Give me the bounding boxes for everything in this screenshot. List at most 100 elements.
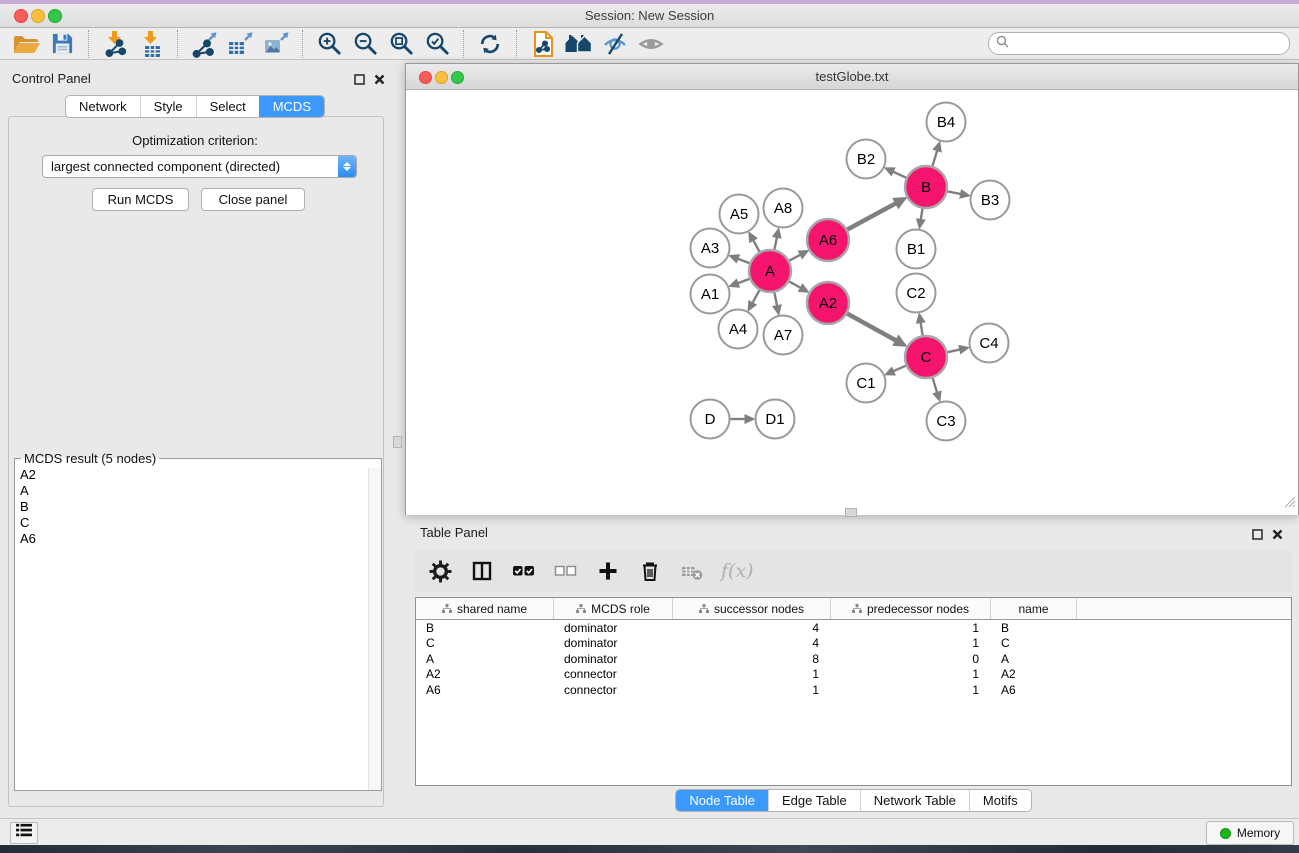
net-close-button[interactable] — [419, 71, 432, 84]
export-network-icon[interactable] — [188, 29, 220, 59]
result-scrollbar[interactable] — [368, 468, 381, 790]
edge-A-A6[interactable] — [789, 255, 800, 261]
select-stepper-icon[interactable] — [338, 156, 356, 177]
edge-A6-B[interactable] — [847, 203, 896, 229]
table-cell[interactable]: 1 — [831, 667, 991, 681]
edge-C-C4[interactable] — [948, 349, 961, 352]
zoom-in-icon[interactable] — [313, 29, 345, 59]
function-builder-icon[interactable]: f(x) — [721, 560, 754, 582]
close-panel-button[interactable]: Close panel — [201, 188, 305, 211]
table-cell[interactable]: A — [991, 652, 1077, 666]
toggle-graphics-details-icon[interactable] — [599, 29, 631, 59]
float-panel-icon[interactable] — [354, 72, 365, 90]
edge-B-B3[interactable] — [948, 191, 962, 194]
table-cell[interactable]: 1 — [673, 667, 831, 681]
edge-A2-C[interactable] — [847, 314, 896, 341]
edge-B-B4[interactable] — [933, 150, 938, 166]
close-panel-icon[interactable] — [374, 72, 385, 90]
edge-A-A8[interactable] — [774, 237, 777, 250]
table-cell[interactable]: A2 — [991, 667, 1077, 681]
zoom-selected-icon[interactable] — [421, 29, 453, 59]
edge-B-B1[interactable] — [921, 209, 923, 220]
edge-C-C3[interactable] — [933, 378, 938, 393]
import-network-icon[interactable] — [99, 29, 131, 59]
table-cell[interactable]: connector — [554, 667, 673, 681]
vertical-split-grabber[interactable] — [393, 436, 402, 448]
table-cell[interactable]: C — [416, 636, 554, 650]
edge-A-A4[interactable] — [752, 290, 759, 303]
network-window-titlebar[interactable]: testGlobe.txt — [406, 64, 1298, 90]
zoom-fit-icon[interactable] — [385, 29, 417, 59]
select-all-icon[interactable] — [511, 558, 537, 584]
column-header-shared-name[interactable]: shared name — [416, 598, 554, 619]
mcds-result-list[interactable]: A2ABCA6 — [20, 467, 381, 547]
refresh-network-icon[interactable] — [474, 29, 506, 59]
edge-A-A1[interactable] — [738, 279, 750, 284]
table-cell[interactable]: 0 — [831, 652, 991, 666]
edge-A-A5[interactable] — [753, 240, 759, 252]
table-cell[interactable]: A2 — [416, 667, 554, 681]
table-row[interactable]: A6connector11A6 — [416, 682, 1291, 698]
search-box[interactable] — [988, 32, 1290, 55]
network-graph[interactable]: B4B2BB3A5A8A6B1A3AC2A1A2A4A7C4CC1C3DD1 — [406, 90, 1298, 515]
tab-edge-table[interactable]: Edge Table — [768, 790, 860, 811]
app-titlebar[interactable]: Session: New Session — [0, 4, 1299, 28]
minimize-window-button[interactable] — [31, 9, 45, 23]
table-cell[interactable]: dominator — [554, 621, 673, 635]
table-row[interactable]: Cdominator41C — [416, 636, 1291, 652]
table-cell[interactable]: A — [416, 652, 554, 666]
table-cell[interactable]: 8 — [673, 652, 831, 666]
table-cell[interactable]: dominator — [554, 636, 673, 650]
mcds-result-item[interactable]: A — [20, 483, 381, 499]
table-row[interactable]: Adominator80A — [416, 651, 1291, 667]
tab-style[interactable]: Style — [140, 96, 196, 117]
duplicate-network-icon[interactable] — [527, 29, 559, 59]
close-window-button[interactable] — [14, 9, 28, 23]
table-cell[interactable]: 1 — [831, 621, 991, 635]
float-table-panel-icon[interactable] — [1252, 527, 1263, 545]
table-cell[interactable]: connector — [554, 683, 673, 697]
import-table-icon[interactable] — [135, 29, 167, 59]
column-header-name[interactable]: name — [991, 598, 1077, 619]
edge-A-A2[interactable] — [789, 282, 801, 288]
edge-C-C1[interactable] — [893, 366, 906, 372]
tab-motifs[interactable]: Motifs — [969, 790, 1031, 811]
save-session-icon[interactable] — [46, 29, 78, 59]
zoom-out-icon[interactable] — [349, 29, 381, 59]
edge-C-C2[interactable] — [921, 322, 923, 335]
table-cell[interactable]: 1 — [831, 683, 991, 697]
table-cell[interactable]: B — [416, 621, 554, 635]
network-overview-icon[interactable] — [563, 29, 595, 59]
maximize-window-button[interactable] — [48, 9, 62, 23]
tab-network[interactable]: Network — [66, 96, 140, 117]
export-image-icon[interactable] — [260, 29, 292, 59]
tab-mcds[interactable]: MCDS — [259, 96, 324, 117]
mcds-result-item[interactable]: B — [20, 499, 381, 515]
table-cell[interactable]: 1 — [673, 683, 831, 697]
show-columns-icon[interactable] — [469, 558, 495, 584]
delete-table-icon[interactable] — [679, 558, 705, 584]
table-cell[interactable]: C — [991, 636, 1077, 650]
table-cell[interactable]: dominator — [554, 652, 673, 666]
tab-select[interactable]: Select — [196, 96, 259, 117]
tab-network-table[interactable]: Network Table — [860, 790, 969, 811]
export-table-icon[interactable] — [224, 29, 256, 59]
column-header-MCDS-role[interactable]: MCDS role — [554, 598, 673, 619]
horizontal-split-grabber[interactable] — [845, 508, 857, 517]
table-row[interactable]: Bdominator41B — [416, 620, 1291, 636]
mcds-result-item[interactable]: C — [20, 515, 381, 531]
deselect-all-icon[interactable] — [553, 558, 579, 584]
search-input[interactable] — [1013, 35, 1267, 52]
table-cell[interactable]: 1 — [831, 636, 991, 650]
column-header-predecessor-nodes[interactable]: predecessor nodes — [831, 598, 991, 619]
network-canvas[interactable]: B4B2BB3A5A8A6B1A3AC2A1A2A4A7C4CC1C3DD1 — [406, 90, 1298, 515]
edge-A-A7[interactable] — [774, 293, 777, 307]
column-header-successor-nodes[interactable]: successor nodes — [673, 598, 831, 619]
delete-row-icon[interactable] — [637, 558, 663, 584]
memory-button[interactable]: Memory — [1206, 821, 1294, 845]
add-row-icon[interactable] — [595, 558, 621, 584]
table-row[interactable]: A2connector11A2 — [416, 667, 1291, 683]
task-history-button[interactable] — [10, 822, 38, 844]
table-cell[interactable]: A6 — [416, 683, 554, 697]
open-session-icon[interactable] — [10, 29, 42, 59]
